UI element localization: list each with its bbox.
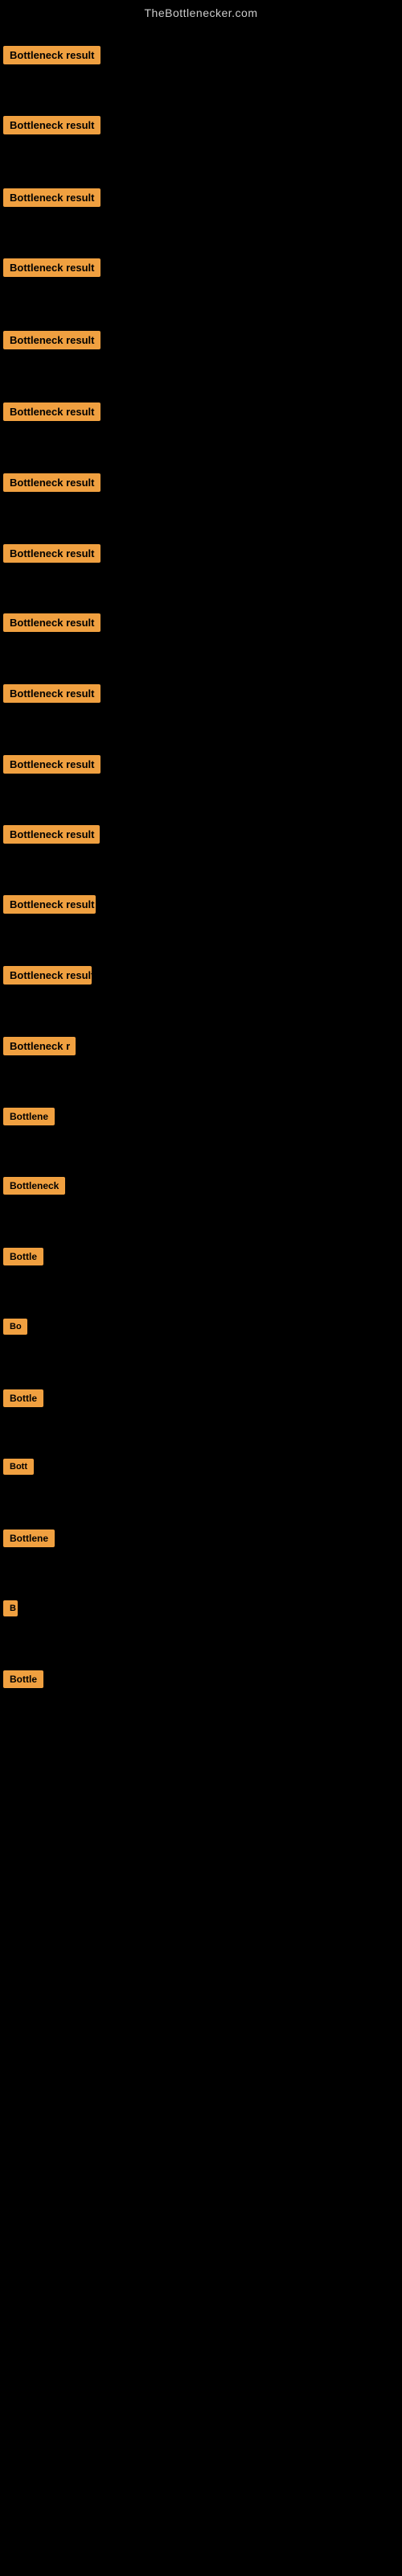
- badge-row-3: Bottleneck result: [3, 188, 100, 211]
- badge-row-18: Bottle: [3, 1248, 43, 1269]
- bottleneck-badge-11[interactable]: Bottleneck result: [3, 755, 100, 774]
- bottleneck-badge-20[interactable]: Bottle: [3, 1389, 43, 1407]
- badge-row-1: Bottleneck result: [3, 46, 100, 68]
- badge-row-15: Bottleneck r: [3, 1037, 76, 1059]
- bottleneck-badge-5[interactable]: Bottleneck result: [3, 331, 100, 349]
- bottleneck-badge-13[interactable]: Bottleneck result: [3, 895, 96, 914]
- bottleneck-badge-8[interactable]: Bottleneck result: [3, 544, 100, 563]
- bottleneck-badge-15[interactable]: Bottleneck r: [3, 1037, 76, 1055]
- badge-row-8: Bottleneck result: [3, 544, 100, 567]
- badge-row-5: Bottleneck result: [3, 331, 100, 353]
- bottleneck-badge-14[interactable]: Bottleneck result: [3, 966, 92, 985]
- bottleneck-badge-7[interactable]: Bottleneck result: [3, 473, 100, 492]
- badge-row-11: Bottleneck result: [3, 755, 100, 778]
- bottleneck-badge-2[interactable]: Bottleneck result: [3, 116, 100, 134]
- badge-row-12: Bottleneck result: [3, 825, 100, 848]
- bottleneck-badge-6[interactable]: Bottleneck result: [3, 402, 100, 421]
- badge-row-13: Bottleneck result: [3, 895, 96, 918]
- bottleneck-badge-1[interactable]: Bottleneck result: [3, 46, 100, 64]
- badge-row-17: Bottleneck: [3, 1177, 65, 1199]
- badge-row-2: Bottleneck result: [3, 116, 100, 138]
- badge-row-9: Bottleneck result: [3, 613, 100, 636]
- site-title: TheBottlenecker.com: [0, 0, 402, 23]
- bottleneck-badge-23[interactable]: B: [3, 1600, 18, 1616]
- badge-row-21: Bott: [3, 1459, 34, 1479]
- badge-row-16: Bottlene: [3, 1108, 55, 1129]
- badge-row-6: Bottleneck result: [3, 402, 100, 425]
- bottleneck-badge-10[interactable]: Bottleneck result: [3, 684, 100, 703]
- bottleneck-badge-19[interactable]: Bo: [3, 1319, 27, 1335]
- badge-row-22: Bottlene: [3, 1530, 55, 1551]
- bottleneck-badge-17[interactable]: Bottleneck: [3, 1177, 65, 1195]
- badge-row-24: Bottle: [3, 1670, 43, 1692]
- bottleneck-badge-24[interactable]: Bottle: [3, 1670, 43, 1688]
- badge-row-10: Bottleneck result: [3, 684, 100, 707]
- bottleneck-badge-9[interactable]: Bottleneck result: [3, 613, 100, 632]
- badge-row-4: Bottleneck result: [3, 258, 100, 281]
- badge-row-20: Bottle: [3, 1389, 43, 1411]
- badge-row-7: Bottleneck result: [3, 473, 100, 496]
- badge-row-19: Bo: [3, 1319, 27, 1339]
- bottleneck-badge-22[interactable]: Bottlene: [3, 1530, 55, 1547]
- bottleneck-badge-21[interactable]: Bott: [3, 1459, 34, 1475]
- badge-row-23: B: [3, 1600, 18, 1620]
- badge-row-14: Bottleneck result: [3, 966, 92, 989]
- bottleneck-badge-3[interactable]: Bottleneck result: [3, 188, 100, 207]
- bottleneck-badge-18[interactable]: Bottle: [3, 1248, 43, 1265]
- bottleneck-badge-12[interactable]: Bottleneck result: [3, 825, 100, 844]
- bottleneck-badge-4[interactable]: Bottleneck result: [3, 258, 100, 277]
- bottleneck-badge-16[interactable]: Bottlene: [3, 1108, 55, 1125]
- site-header: TheBottlenecker.com: [0, 0, 402, 23]
